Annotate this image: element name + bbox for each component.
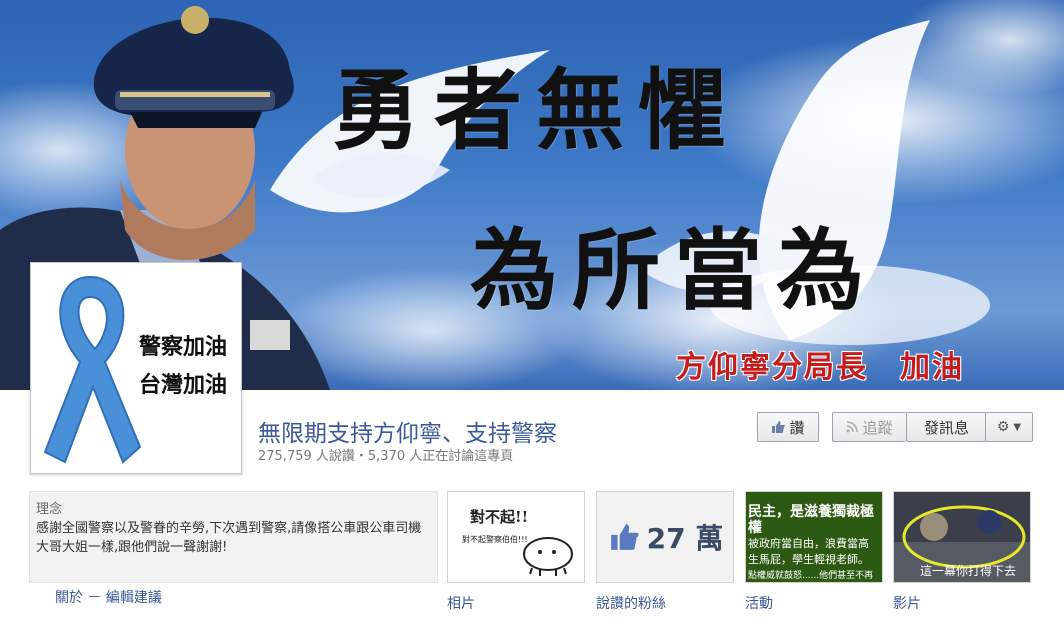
chevron-down-icon: ▼ bbox=[1013, 421, 1022, 433]
photos-label[interactable]: 相片 bbox=[447, 593, 475, 613]
about-text: 感謝全國警察以及警眷的辛勞,下次遇到警察,請像搭公車跟公車司機大哥大姐一樣,跟他… bbox=[36, 521, 422, 555]
likes-tile[interactable]: 27 萬 bbox=[596, 491, 734, 583]
thumbs-up-icon bbox=[610, 524, 639, 550]
videos-caption: 這一幕你打得下去 bbox=[920, 564, 1017, 578]
videos-label[interactable]: 影片 bbox=[893, 593, 921, 613]
profile-picture[interactable]: 警察加油 台灣加油 bbox=[30, 262, 242, 474]
settings-dropdown-button[interactable]: ⚙ ▼ bbox=[985, 412, 1033, 442]
about-heading: 理念 bbox=[36, 502, 63, 517]
events-line3: 生馬屁，學生輕視老師。 bbox=[748, 553, 869, 566]
message-button-label: 發訊息 bbox=[923, 418, 969, 437]
events-tile[interactable]: 民主，是滋養獨裁極權 被政府當自由，浪費當高 生馬屁，學生輕視老師。 點權威就鼓… bbox=[745, 491, 883, 583]
events-line1: 民主，是滋養獨裁極權 bbox=[748, 504, 874, 536]
likes-label[interactable]: 說讚的粉絲 bbox=[596, 593, 666, 613]
cover-slogan-line1: 勇者無懼 bbox=[332, 58, 741, 162]
events-label[interactable]: 活動 bbox=[745, 593, 773, 613]
gear-icon: ⚙ bbox=[996, 419, 1010, 435]
follow-button-label: 追蹤 bbox=[862, 418, 893, 437]
facebook-page: 勇者無懼 為所當為 方仰寧分局長 加油 警察加油 台灣加油 無限期支持方仰寧、支… bbox=[0, 0, 1064, 627]
message-button[interactable]: 發訊息 bbox=[906, 412, 986, 442]
events-line2: 被政府當自由，浪費當高 bbox=[748, 537, 869, 550]
profile-text-line2: 台灣加油 bbox=[139, 373, 228, 398]
sad-cartoon-icon bbox=[523, 537, 573, 576]
cover-signature: 方仰寧分局長 加油 bbox=[676, 350, 964, 385]
photos-tile[interactable]: 對不起!! 對不起警察伯伯!!! bbox=[447, 491, 585, 583]
likes-count: 27 萬 bbox=[646, 522, 724, 555]
thumbs-up-icon bbox=[772, 421, 786, 433]
about-box[interactable]: 理念 感謝全國警察以及警眷的辛勞,下次遇到警察,請像搭公車跟公車司機大哥大姐一樣… bbox=[29, 491, 438, 583]
about-links[interactable]: 關於 － 編輯建議 bbox=[55, 587, 162, 607]
blue-ribbon-icon bbox=[43, 275, 142, 464]
events-line4: 點權威就鼓怒......他們甚至不再 bbox=[748, 571, 874, 581]
videos-tile[interactable]: 這一幕你打得下去 bbox=[893, 491, 1031, 583]
like-button[interactable]: 讚 bbox=[757, 412, 819, 442]
photos-caption: 對不起!! bbox=[470, 508, 529, 526]
rss-icon bbox=[846, 421, 859, 433]
cover-slogan-line2: 為所當為 bbox=[470, 218, 879, 322]
page-stats: 275,759 人說讚・5,370 人正在討論這專頁 bbox=[258, 449, 514, 464]
profile-text-line1: 警察加油 bbox=[139, 335, 228, 360]
page-title[interactable]: 無限期支持方仰寧、支持警察 bbox=[258, 414, 557, 448]
like-button-label: 讚 bbox=[789, 418, 805, 437]
follow-button[interactable]: 追蹤 bbox=[832, 412, 906, 442]
